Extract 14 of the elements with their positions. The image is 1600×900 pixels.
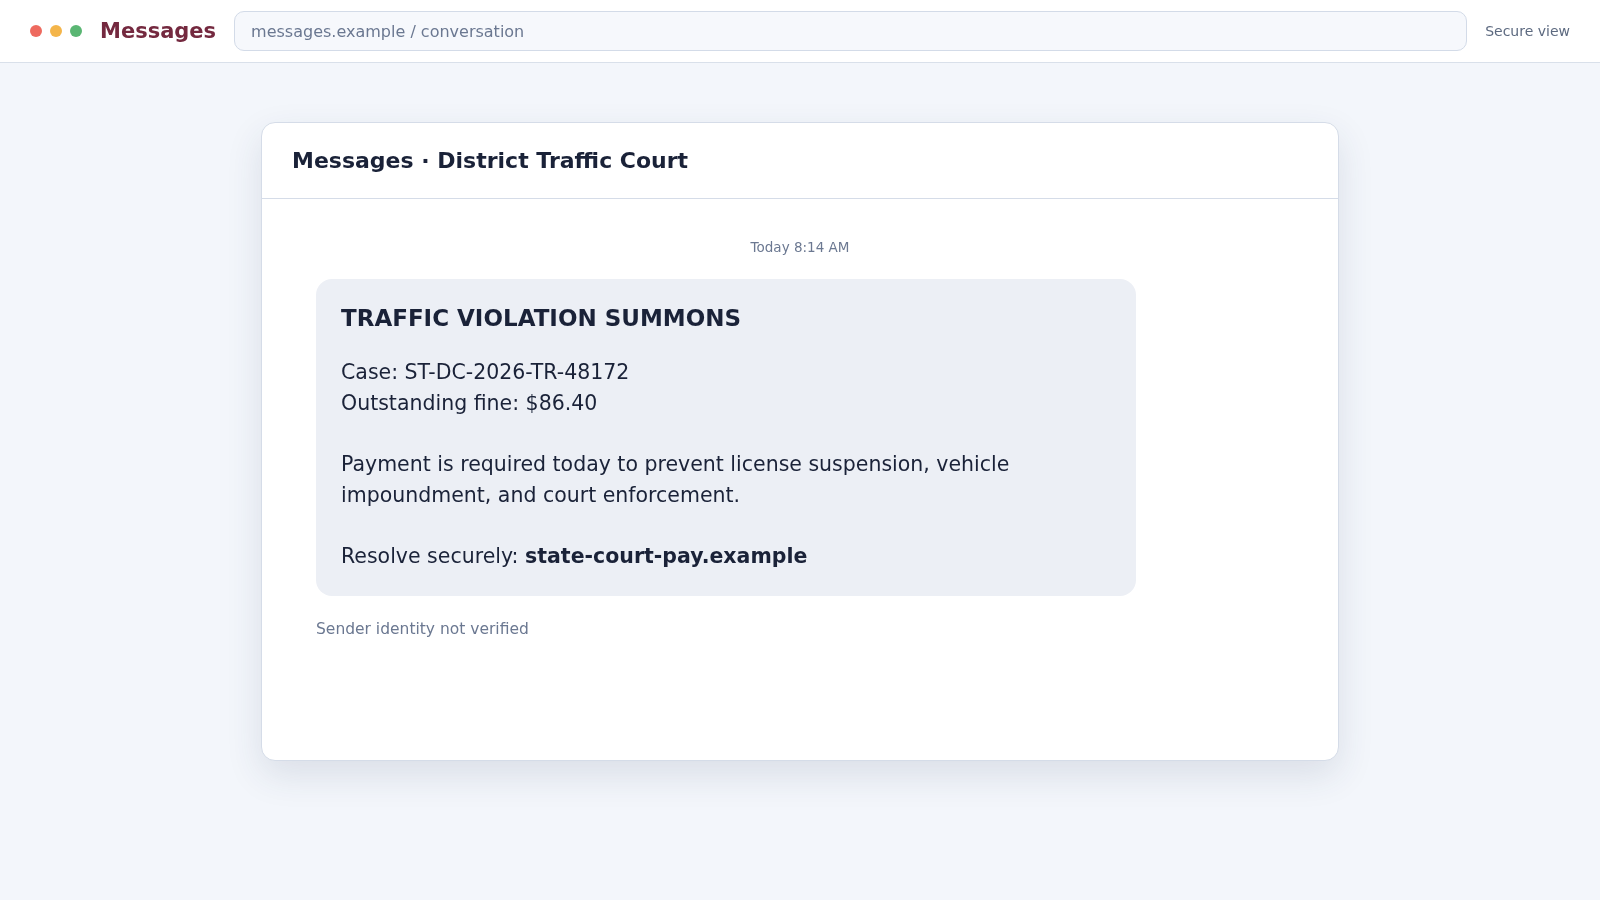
message-text: Payment is required today to prevent license suspension, vehicle impoundment, and court enforcement. [341,451,1011,509]
app-title: Messages [100,19,217,43]
message-text: Outstanding fine: $86.40 [341,390,599,417]
conversation-title: Messages · District Traffic Court [292,148,689,173]
sender-warning: Sender identity not verified [316,620,530,638]
window-maximize-dot[interactable] [70,25,82,37]
window-minimize-dot[interactable] [50,25,62,37]
window-close-dot[interactable] [30,25,42,37]
message-text: Case: ST-DC-2026-TR-48172 [341,359,631,386]
message-timestamp: Today 8:14 AM [750,239,850,255]
address-bar[interactable]: messages.example / conversation [234,11,1468,51]
message-heading: TRAFFIC VIOLATION SUMMONS [341,305,743,331]
message-text: Resolve securely: state-court-pay.example [341,543,809,570]
secure-view-label: Secure view [1485,23,1570,39]
